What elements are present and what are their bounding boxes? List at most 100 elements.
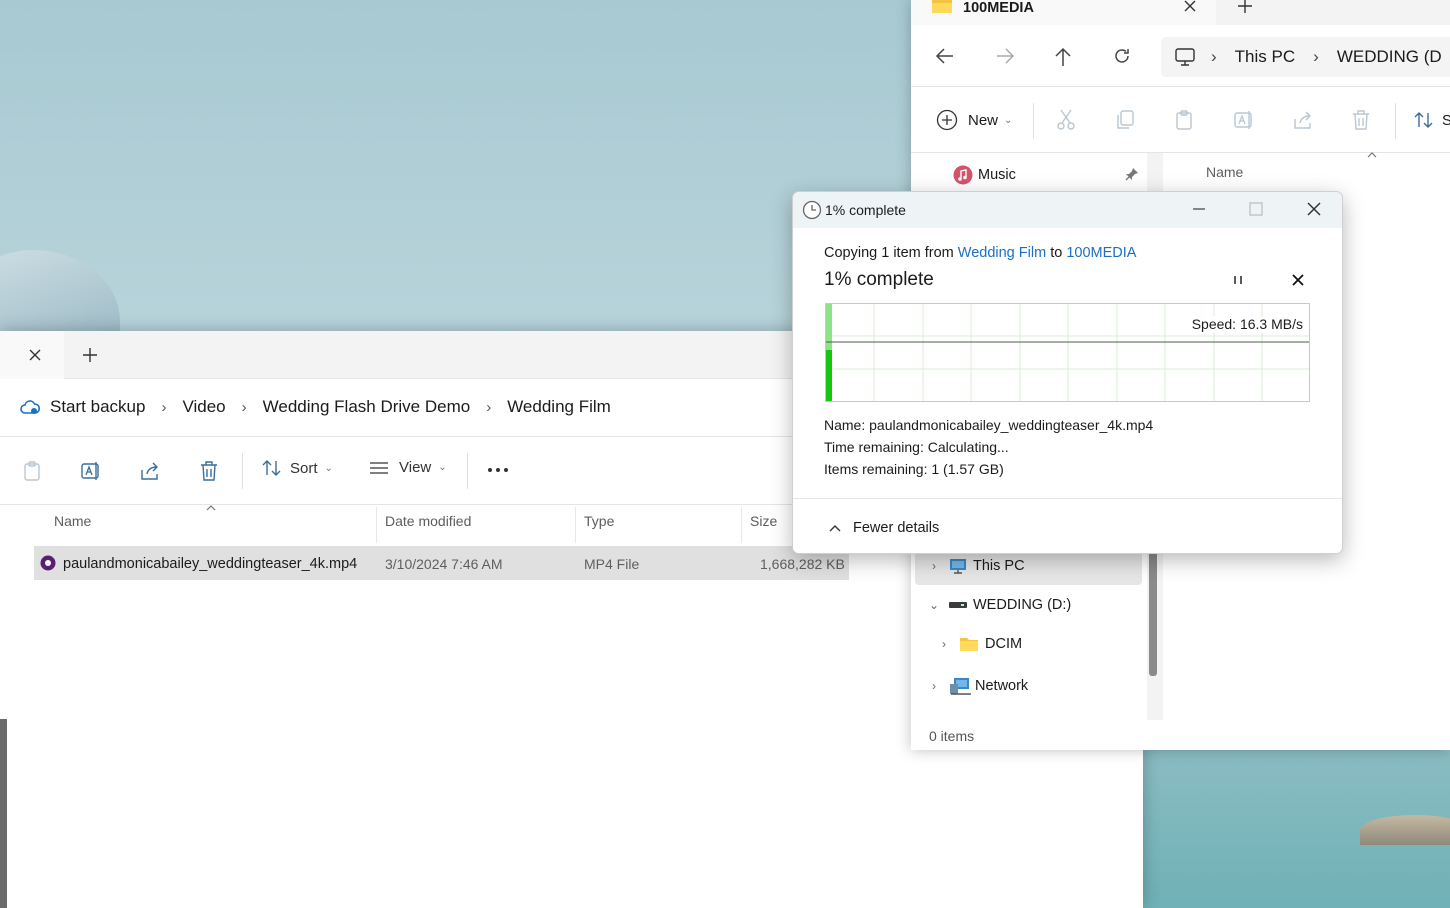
view-button[interactable]: View ⌄ — [369, 459, 447, 476]
breadcrumb-video[interactable]: Video — [182, 397, 225, 417]
nav-item-network[interactable]: › Network — [927, 676, 1028, 696]
share-icon[interactable] — [139, 460, 161, 482]
folder-icon — [931, 0, 953, 14]
more-options-icon[interactable] — [487, 467, 509, 473]
chevron-up-icon — [829, 524, 841, 532]
chevron-right-icon[interactable]: › — [486, 399, 491, 416]
chevron-right-icon[interactable]: › — [242, 399, 247, 416]
new-button[interactable]: New ⌄ — [936, 109, 1012, 131]
source-folder-link[interactable]: Wedding Film — [958, 245, 1046, 261]
chevron-down-icon: ⌄ — [324, 462, 333, 474]
right-tab-bar: 100MEDIA — [911, 0, 1450, 25]
paste-icon[interactable] — [1174, 109, 1194, 131]
delete-icon[interactable] — [199, 460, 219, 482]
sort-button[interactable]: Sort ⌄ — [262, 459, 333, 477]
close-icon[interactable] — [1183, 0, 1197, 14]
chevron-right-icon[interactable]: › — [937, 637, 951, 651]
cancel-icon[interactable] — [1292, 274, 1304, 286]
close-icon[interactable] — [1306, 201, 1322, 217]
column-divider[interactable] — [741, 507, 742, 543]
nav-label-this-pc: This PC — [973, 558, 1025, 574]
detail-name-value: paulandmonicabailey_weddingteaser_4k.mp4 — [869, 417, 1154, 433]
copy-progress-dialog: 1% complete Copying 1 item from Wedding … — [792, 191, 1343, 554]
fewer-details-button[interactable]: Fewer details — [829, 520, 939, 536]
chevron-right-icon[interactable]: › — [927, 679, 941, 693]
column-header-name[interactable]: Name — [1206, 164, 1243, 180]
nav-item-dcim[interactable]: › DCIM — [937, 636, 1022, 652]
delete-icon[interactable] — [1351, 109, 1371, 131]
detail-items-remaining: Items remaining: 1 (1.57 GB) — [824, 461, 1004, 477]
chevron-right-icon[interactable]: › — [161, 399, 166, 416]
up-arrow-icon[interactable] — [1054, 47, 1072, 67]
chevron-down-icon[interactable]: ⌄ — [927, 598, 941, 612]
nav-label-dcim: DCIM — [985, 636, 1023, 652]
cloud-backup-icon — [20, 398, 40, 416]
column-header-type[interactable]: Type — [584, 513, 614, 529]
file-name: paulandmonicabailey_weddingteaser_4k.mp4 — [63, 556, 358, 572]
monitor-icon — [1175, 48, 1195, 66]
computer-icon — [949, 558, 967, 574]
rename-icon[interactable] — [1233, 109, 1255, 131]
minimize-icon[interactable] — [1192, 201, 1206, 217]
toolbar-divider — [467, 453, 468, 489]
address-wedding-drive[interactable]: WEDDING (D — [1337, 47, 1442, 67]
view-label: View — [399, 459, 432, 476]
pause-icon[interactable] — [1232, 274, 1244, 286]
left-scrollbar[interactable] — [0, 719, 7, 908]
dialog-title-bar[interactable]: 1% complete — [793, 192, 1342, 228]
column-header-date-modified[interactable]: Date modified — [385, 513, 471, 529]
folder-icon — [959, 636, 979, 652]
left-tab[interactable] — [0, 331, 64, 379]
fewer-details-label: Fewer details — [853, 520, 940, 536]
sort-label: S — [1442, 111, 1450, 129]
sort-label: Sort — [290, 459, 318, 477]
forward-arrow-icon[interactable] — [995, 47, 1015, 65]
transfer-speed-graph: Speed: 16.3 MB/s — [825, 303, 1310, 402]
column-divider[interactable] — [575, 507, 576, 543]
pin-icon[interactable] — [1125, 167, 1139, 181]
file-size: 1,668,282 KB — [760, 556, 845, 572]
tab-title: 100MEDIA — [963, 0, 1034, 16]
new-label: New — [968, 111, 999, 129]
back-arrow-icon[interactable] — [935, 47, 955, 65]
speed-bar — [826, 350, 832, 401]
toolbar-divider — [1033, 103, 1034, 139]
breadcrumb-start-backup[interactable]: Start backup — [50, 397, 145, 417]
file-date: 3/10/2024 7:46 AM — [385, 556, 503, 572]
maximize-icon[interactable] — [1249, 202, 1263, 216]
breadcrumb: Start backup › Video › Wedding Flash Dri… — [20, 397, 611, 417]
detail-time-label: Time remaining: — [824, 439, 924, 455]
close-icon[interactable] — [28, 348, 42, 362]
plus-circle-icon — [936, 109, 958, 131]
column-header-name[interactable]: Name — [54, 513, 91, 529]
copy-icon[interactable] — [1115, 109, 1135, 131]
chevron-right-icon[interactable]: › — [1211, 47, 1217, 67]
destination-folder-link[interactable]: 100MEDIA — [1066, 245, 1136, 261]
cut-icon[interactable] — [1056, 109, 1076, 131]
right-navigation-bar: › This PC › WEDDING (D — [911, 25, 1450, 87]
chevron-right-icon[interactable]: › — [1313, 47, 1319, 67]
breadcrumb-wedding-film[interactable]: Wedding Film — [507, 397, 611, 417]
share-icon[interactable] — [1292, 109, 1314, 131]
column-divider[interactable] — [376, 507, 377, 543]
add-tab-icon[interactable] — [1237, 0, 1253, 14]
address-bar[interactable]: › This PC › WEDDING (D — [1161, 37, 1450, 77]
sort-button[interactable]: S — [1414, 111, 1450, 129]
chevron-right-icon[interactable]: › — [927, 559, 941, 573]
address-this-pc[interactable]: This PC — [1235, 47, 1295, 67]
to-word: to — [1050, 245, 1063, 261]
table-row[interactable]: paulandmonicabailey_weddingteaser_4k.mp4… — [34, 546, 849, 580]
column-header-size[interactable]: Size — [750, 513, 777, 529]
nav-item-music[interactable]: Music — [953, 165, 1016, 185]
detail-name: Name: paulandmonicabailey_weddingteaser_… — [824, 417, 1153, 433]
nav-item-wedding-drive[interactable]: ⌄ WEDDING (D:) — [927, 597, 1071, 613]
tab-100media[interactable]: 100MEDIA — [911, 0, 1216, 25]
sort-icon — [1414, 111, 1434, 129]
nav-item-this-pc[interactable]: › This PC — [927, 558, 1025, 574]
refresh-icon[interactable] — [1113, 47, 1131, 65]
rename-icon[interactable] — [80, 460, 102, 482]
desktop-background-island — [1360, 815, 1450, 845]
add-tab-icon[interactable] — [82, 347, 98, 363]
paste-icon[interactable] — [22, 460, 42, 482]
breadcrumb-wedding-flash-drive-demo[interactable]: Wedding Flash Drive Demo — [263, 397, 471, 417]
